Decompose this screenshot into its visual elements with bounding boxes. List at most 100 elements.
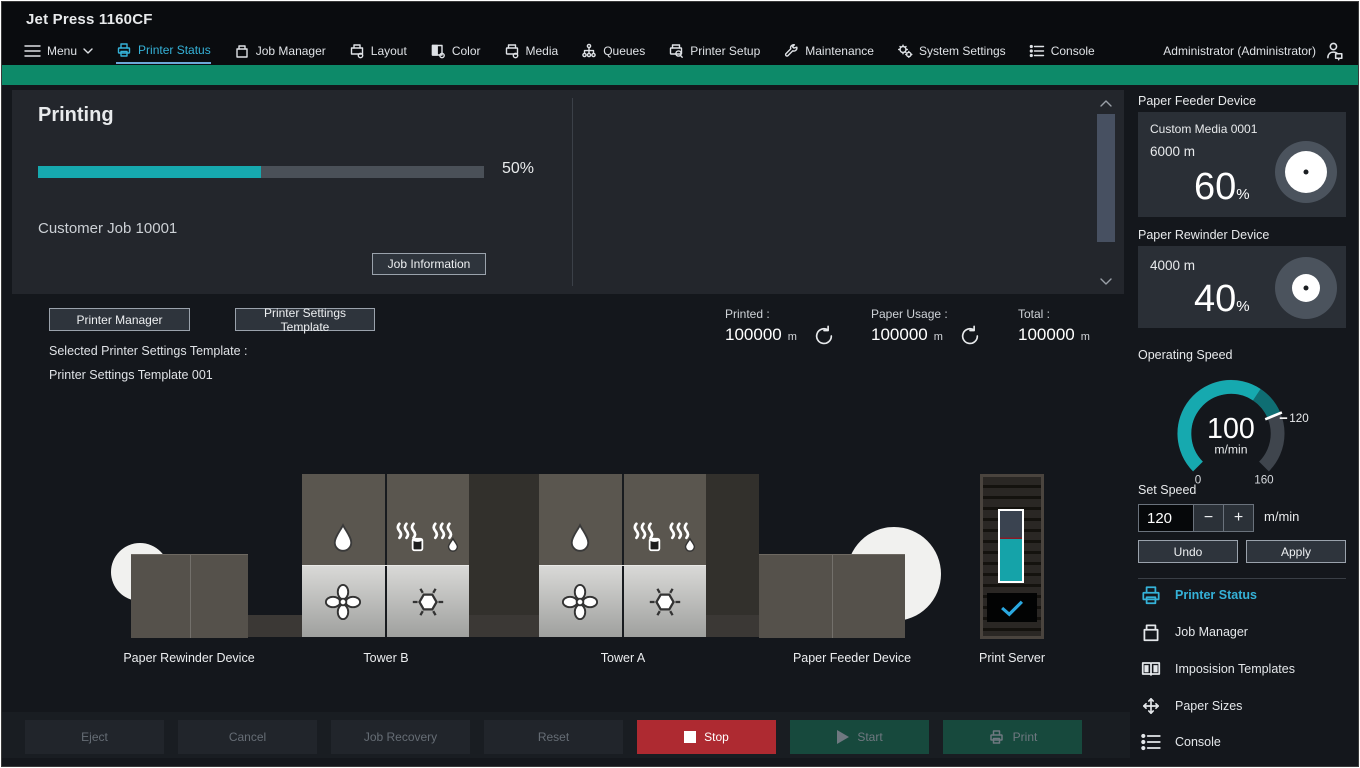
tower-a-unit xyxy=(539,474,706,637)
current-job-name: Customer Job 10001 xyxy=(38,220,177,237)
scrollbar-thumb[interactable] xyxy=(1097,114,1115,242)
job-manager-icon xyxy=(234,43,250,59)
feeder-label: Paper Feeder Device xyxy=(793,651,911,665)
title-bar: Jet Press 1160CF xyxy=(2,2,1358,37)
book-icon xyxy=(1140,659,1162,679)
job-information-button[interactable]: Job Information xyxy=(372,253,486,275)
printing-status-panel: Printing 50% Customer Job 10001 Job Info… xyxy=(12,90,1124,294)
reset-button[interactable]: Reset xyxy=(484,720,623,754)
rewinder-remaining: 4000 m xyxy=(1150,258,1195,273)
stop-button[interactable]: Stop xyxy=(637,720,776,754)
right-sidebar: Paper Feeder Device Custom Media 0001 60… xyxy=(1130,85,1358,766)
print-server-level-gauge xyxy=(998,509,1024,583)
operating-speed-gauge: 120 100 m/min 0 160 xyxy=(1158,372,1323,494)
wrench-icon xyxy=(783,43,799,59)
tab-layout[interactable]: Layout xyxy=(349,38,407,64)
set-speed-label: Set Speed xyxy=(1138,483,1196,497)
scroll-down-button[interactable] xyxy=(1097,274,1115,288)
undo-button[interactable]: Undo xyxy=(1138,540,1238,563)
tab-printer-status[interactable]: Printer Status xyxy=(116,38,211,64)
feeder-card-title: Paper Feeder Device xyxy=(1138,94,1256,108)
menu-button-label: Menu xyxy=(47,44,77,58)
panel-scrollbar[interactable] xyxy=(1094,94,1118,290)
feeder-connector xyxy=(706,474,759,615)
scroll-up-button[interactable] xyxy=(1097,96,1115,110)
reset-printed-icon[interactable] xyxy=(813,325,835,347)
sidebar-item-imposition-templates[interactable]: Imposision Templates xyxy=(1140,659,1295,679)
tower-b-unit xyxy=(302,474,469,637)
selected-template-label: Selected Printer Settings Template : xyxy=(49,344,248,358)
tab-media[interactable]: Media xyxy=(504,38,559,64)
play-icon xyxy=(836,730,849,744)
app-title: Jet Press 1160CF xyxy=(26,11,153,28)
rewinder-card-title: Paper Rewinder Device xyxy=(1138,228,1269,242)
printer-settings-template-button[interactable]: Printer Settings Template xyxy=(235,308,375,331)
printed-counter: Printed : 100000 m xyxy=(725,307,835,347)
printer-icon xyxy=(988,729,1005,745)
tab-maintenance[interactable]: Maintenance xyxy=(783,38,874,64)
print-button[interactable]: Print xyxy=(943,720,1082,754)
job-recovery-button[interactable]: Job Recovery xyxy=(331,720,470,754)
apply-button[interactable]: Apply xyxy=(1246,540,1346,563)
cancel-button[interactable]: Cancel xyxy=(178,720,317,754)
tower-b-label: Tower B xyxy=(363,651,408,665)
feeder-media-name: Custom Media 0001 xyxy=(1150,122,1257,136)
gauge-current-speed: 100 xyxy=(1207,413,1255,445)
menu-button[interactable]: Menu xyxy=(24,38,93,64)
paper-usage-counter: Paper Usage : 100000 m xyxy=(871,307,981,347)
feeder-roll-icon xyxy=(1274,140,1338,204)
paper-feeder-unit xyxy=(759,554,905,638)
sidebar-item-paper-sizes[interactable]: Paper Sizes xyxy=(1140,696,1242,716)
fan-icon xyxy=(561,583,599,621)
color-icon xyxy=(430,43,446,59)
sidebar-item-job-manager[interactable]: Job Manager xyxy=(1140,622,1248,642)
printer-icon xyxy=(1140,585,1162,605)
print-server-label: Print Server xyxy=(979,651,1045,665)
speed-decrease-button[interactable]: − xyxy=(1193,505,1223,531)
rewinder-percent: 40% xyxy=(1194,280,1250,318)
machine-status-strip xyxy=(2,65,1358,85)
feeder-remaining: 6000 m xyxy=(1150,144,1195,159)
print-server-screen xyxy=(987,593,1037,622)
user-icon xyxy=(1324,41,1344,61)
print-progress-fill xyxy=(38,166,261,178)
gauge-set-marker: 120 xyxy=(1289,412,1309,425)
total-counter: Total : 100000 m xyxy=(1018,307,1090,345)
tab-printer-setup[interactable]: Printer Setup xyxy=(668,38,760,64)
tab-console[interactable]: Console xyxy=(1029,38,1095,64)
tab-queues[interactable]: Queues xyxy=(581,38,645,64)
set-speed-input[interactable] xyxy=(1139,505,1193,531)
paper-rewinder-unit xyxy=(131,554,248,638)
feeder-connector-base xyxy=(706,615,759,637)
user-name: Administrator (Administrator) xyxy=(1163,44,1316,58)
chevron-up-icon xyxy=(1100,100,1112,107)
gauge-max: 160 xyxy=(1254,473,1274,486)
queues-icon xyxy=(581,43,597,59)
set-speed-unit: m/min xyxy=(1264,509,1299,524)
tab-job-manager[interactable]: Job Manager xyxy=(234,38,326,64)
sidebar-item-printer-status[interactable]: Printer Status xyxy=(1140,585,1257,605)
user-account[interactable]: Administrator (Administrator) xyxy=(1163,37,1344,65)
action-bar: Eject Cancel Job Recovery Reset Stop Sta… xyxy=(2,712,1130,758)
print-progress-percent: 50% xyxy=(502,160,534,178)
moisture-heater-icon xyxy=(430,521,460,553)
panel-divider xyxy=(572,98,573,286)
reset-paper-usage-icon[interactable] xyxy=(959,325,981,347)
selected-template-value: Printer Settings Template 001 xyxy=(49,368,213,382)
printer-state: Printing xyxy=(38,104,114,127)
speed-increase-button[interactable]: + xyxy=(1223,505,1253,531)
start-button[interactable]: Start xyxy=(790,720,929,754)
chiller-icon xyxy=(646,583,684,621)
tab-color[interactable]: Color xyxy=(430,38,481,64)
chevron-down-icon xyxy=(1100,278,1112,285)
eject-button[interactable]: Eject xyxy=(25,720,164,754)
printer-manager-button[interactable]: Printer Manager xyxy=(49,308,190,331)
tab-system-settings[interactable]: System Settings xyxy=(897,38,1006,64)
fan-icon xyxy=(324,583,362,621)
gear-icon xyxy=(897,43,913,59)
sidebar-item-console[interactable]: Console xyxy=(1140,733,1221,751)
console-list-icon xyxy=(1029,44,1045,58)
gauge-current-unit: m/min xyxy=(1214,443,1247,457)
media-icon xyxy=(504,43,520,59)
operating-speed-title: Operating Speed xyxy=(1138,348,1233,362)
